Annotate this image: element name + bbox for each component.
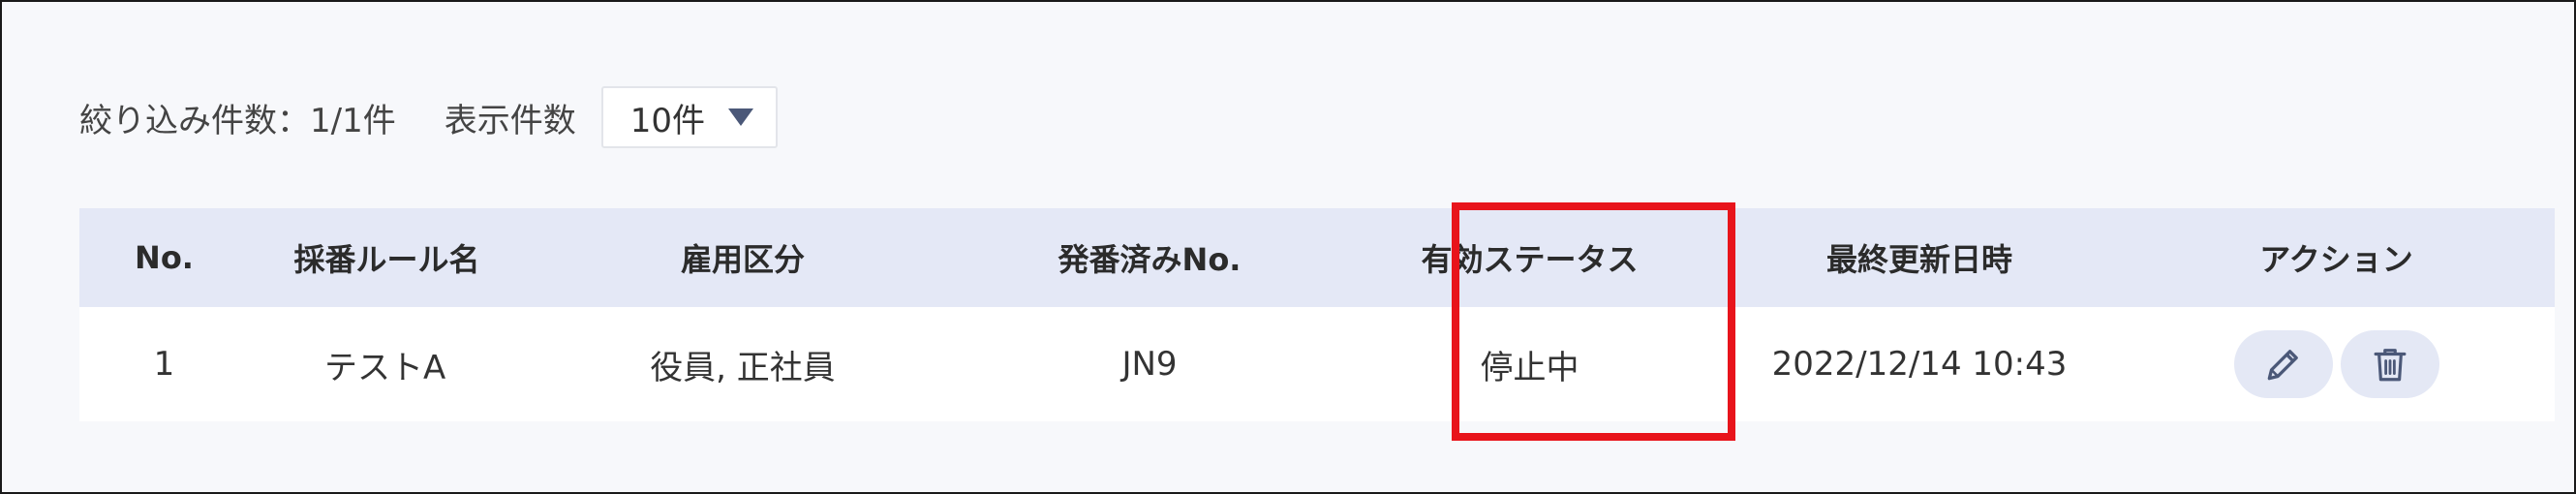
cell-no: 1 <box>153 345 175 384</box>
header-rule-name: 採番ルール名 <box>293 241 480 278</box>
edit-button[interactable] <box>2233 330 2333 398</box>
per-page-select[interactable]: 10件 <box>600 86 778 148</box>
cell-status: 停止中 <box>1480 348 1579 387</box>
header-no: No. <box>135 239 194 276</box>
caret-down-icon <box>727 108 753 126</box>
header-employment-type: 雇用区分 <box>680 241 805 278</box>
table-header: No. 採番ルール名 雇用区分 発番済みNo. 有効ステータス 最終更新日時 ア… <box>79 208 2555 307</box>
numbering-rule-table: No. 採番ルール名 雇用区分 発番済みNo. 有効ステータス 最終更新日時 ア… <box>79 208 2555 421</box>
filter-result-count: 絞り込み件数：1/1件 <box>79 101 396 140</box>
cell-issued-no: JN9 <box>1121 345 1178 384</box>
cell-rule-name: テストA <box>324 348 446 387</box>
screenshot-frame: 絞り込み件数：1/1件 表示件数 10件 No. 採番ルール名 雇用区分 発番済… <box>0 0 2576 494</box>
filter-bar: 絞り込み件数：1/1件 表示件数 10件 <box>79 86 778 148</box>
pencil-icon <box>2267 350 2298 381</box>
header-actions: アクション <box>2259 241 2413 278</box>
header-issued-no: 発番済みNo. <box>1058 241 1242 278</box>
delete-button[interactable] <box>2340 330 2439 398</box>
cell-actions <box>2118 330 2555 398</box>
trash-icon <box>2374 349 2406 382</box>
header-updated-at: 最終更新日時 <box>1825 241 2012 278</box>
per-page-value: 10件 <box>629 101 705 140</box>
cell-employment-type: 役員, 正社員 <box>650 348 836 387</box>
table-row: 1 テストA 役員, 正社員 JN9 停止中 2022/12/14 10:43 <box>79 307 2555 421</box>
display-count-label: 表示件数 <box>444 101 576 140</box>
header-status: 有効ステータス <box>1421 241 1639 278</box>
cell-updated-at: 2022/12/14 10:43 <box>1771 345 2068 384</box>
